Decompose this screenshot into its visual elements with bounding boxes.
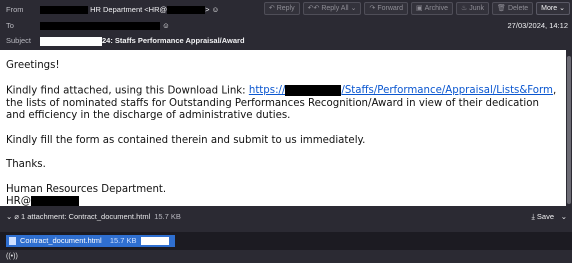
chevron-down-icon[interactable]: ⌄ bbox=[6, 212, 12, 221]
reply-all-icon: ↶↶ bbox=[307, 5, 320, 12]
attachment-list: Contract_document.html 15.7 KB bbox=[0, 232, 572, 250]
connection-icon: ((•)) bbox=[6, 253, 18, 260]
subject-label: Subject bbox=[6, 36, 32, 45]
message-body: Greetings! Kindly find attached, using t… bbox=[0, 50, 566, 206]
subject-value: 24: Staffs Performance Appraisal/Award bbox=[40, 33, 245, 48]
forward-icon: ↷ bbox=[369, 5, 376, 12]
save-button[interactable]: ⤓ Save bbox=[531, 212, 554, 222]
redacted-block bbox=[285, 84, 342, 96]
signature: Human Resources Department. HR@ bbox=[6, 183, 167, 206]
status-bar: ((•)) bbox=[0, 250, 572, 263]
thanks-text: Thanks. bbox=[6, 159, 46, 170]
chevron-down-icon[interactable]: ⌄ bbox=[351, 3, 357, 14]
to-row: To ☺ 27/03/2024, 14:12 bbox=[0, 18, 572, 33]
to-value[interactable]: ☺ bbox=[40, 18, 170, 33]
paragraph-instruction: Kindly fill the form as contained therei… bbox=[6, 134, 366, 146]
file-icon bbox=[9, 237, 16, 245]
archive-button[interactable]: ▣ Archive bbox=[411, 2, 453, 15]
contact-icon[interactable]: ☺ bbox=[162, 21, 170, 30]
reply-all-button[interactable]: ↶↶ Reply All ⌄ bbox=[302, 2, 362, 15]
contact-icon[interactable]: ☺ bbox=[212, 5, 220, 14]
paragraph-download: Kindly find attached, using this Downloa… bbox=[6, 84, 557, 121]
message-date: 27/03/2024, 14:12 bbox=[507, 21, 568, 30]
message-toolbar: ↶ Reply ↶↶ Reply All ⌄ ↷ Forward ▣ Archive ♨ J… bbox=[263, 2, 570, 15]
redacted-block bbox=[167, 6, 206, 15]
subject-row: Subject 24: Staffs Performance Appraisal… bbox=[0, 33, 572, 48]
greeting: Greetings! bbox=[6, 60, 60, 71]
attachment-size: 15.7 KB bbox=[154, 212, 181, 221]
delete-button[interactable]: 🗑 Delete bbox=[492, 2, 534, 15]
attachment-item[interactable]: Contract_document.html 15.7 KB bbox=[6, 235, 175, 247]
paperclip-icon: ⌀ bbox=[14, 212, 19, 221]
download-icon: ⤓ bbox=[531, 212, 535, 221]
from-name: HR Department <HR@ bbox=[90, 5, 168, 14]
reply-icon: ↶ bbox=[268, 5, 275, 12]
message-header: From HR Department <HR@ > ☺ To ☺ 27/03/20… bbox=[0, 0, 572, 50]
redacted-block bbox=[30, 196, 79, 206]
redacted-block bbox=[40, 36, 102, 46]
forward-button[interactable]: ↷ Forward bbox=[364, 2, 408, 15]
reply-button[interactable]: ↶ Reply bbox=[263, 2, 300, 15]
to-label: To bbox=[6, 21, 14, 30]
from-tail: > bbox=[205, 5, 210, 14]
junk-button[interactable]: ♨ Junk bbox=[455, 2, 490, 15]
download-link[interactable]: https:///Staffs/Performance/Appraisal/Li… bbox=[249, 84, 553, 96]
more-button[interactable]: More ⌄ bbox=[536, 2, 570, 15]
attachment-bar: ⌄ ⌀ 1 attachment: Contract_document.html… bbox=[0, 206, 572, 232]
redacted-block bbox=[40, 22, 160, 31]
redacted-block bbox=[40, 6, 88, 15]
archive-icon: ▣ bbox=[416, 5, 423, 12]
redacted-block bbox=[140, 237, 169, 246]
attachment-item-size: 15.7 KB bbox=[109, 236, 137, 245]
junk-icon: ♨ bbox=[460, 5, 468, 12]
attachment-summary[interactable]: ⌄ ⌀ 1 attachment: Contract_document.html… bbox=[6, 212, 181, 221]
from-label: From bbox=[6, 5, 24, 14]
scrollbar-thumb[interactable] bbox=[567, 56, 571, 204]
trash-icon: 🗑 bbox=[497, 5, 506, 12]
from-value[interactable]: HR Department <HR@ > ☺ bbox=[40, 2, 219, 17]
chevron-down-icon: ⌄ bbox=[559, 5, 565, 12]
save-menu-chevron-icon[interactable]: ⌄ bbox=[561, 212, 567, 221]
